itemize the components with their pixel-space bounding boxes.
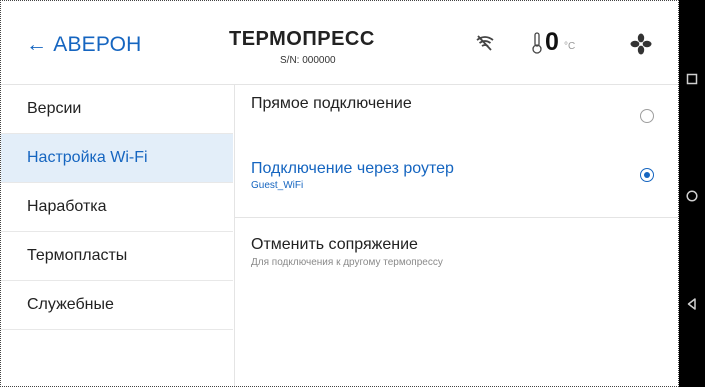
option-router-connection[interactable]: Подключение через роутер Guest_WiFi [235,145,678,217]
radio-router[interactable] [640,168,654,182]
unpair-button[interactable]: Отменить сопряжение Для подключения к др… [235,218,678,278]
page-title: ТЕРМОПРЕСС [229,28,375,50]
serial-number: S/N: 000000 [280,55,336,66]
unpair-title: Отменить сопряжение [251,236,418,253]
app-bar: ← АВЕРОН ТЕРМОПРЕСС S/N: 000000 0 °C [1,1,678,85]
thermometer-icon [532,32,542,54]
fan-icon[interactable] [630,33,652,55]
temperature-value: 0 [545,28,559,56]
wifi-off-icon [476,35,494,51]
sidebar-item-service[interactable]: Служебные [1,281,233,330]
settings-sidebar: Версии Настройка Wi-Fi Наработка Термопл… [1,85,235,386]
back-icon[interactable] [684,296,700,312]
option-direct-title: Прямое подключение [251,95,412,112]
sidebar-item-wifi-settings[interactable]: Настройка Wi-Fi [1,134,233,183]
option-router-ssid: Guest_WiFi [251,180,304,191]
app-window: ← АВЕРОН ТЕРМОПРЕСС S/N: 000000 0 °C Вер… [0,0,679,387]
home-icon[interactable] [684,188,700,204]
sidebar-item-thermoplastics[interactable]: Термопласты [1,232,233,281]
sidebar-item-versions[interactable]: Версии [1,85,233,134]
wifi-settings-panel: Прямое подключение Подключение через роу… [235,85,678,386]
option-router-title: Подключение через роутер [251,160,454,177]
unpair-subtitle: Для подключения к другому термопрессу [251,257,443,268]
sidebar-item-operating-time[interactable]: Наработка [1,183,233,232]
temperature-unit: °C [564,41,576,52]
android-nav-bar [679,0,705,387]
radio-direct[interactable] [640,109,654,123]
back-button[interactable]: ← АВЕРОН [26,33,142,57]
option-direct-connection[interactable]: Прямое подключение [235,85,678,145]
recent-apps-icon[interactable] [684,71,700,87]
